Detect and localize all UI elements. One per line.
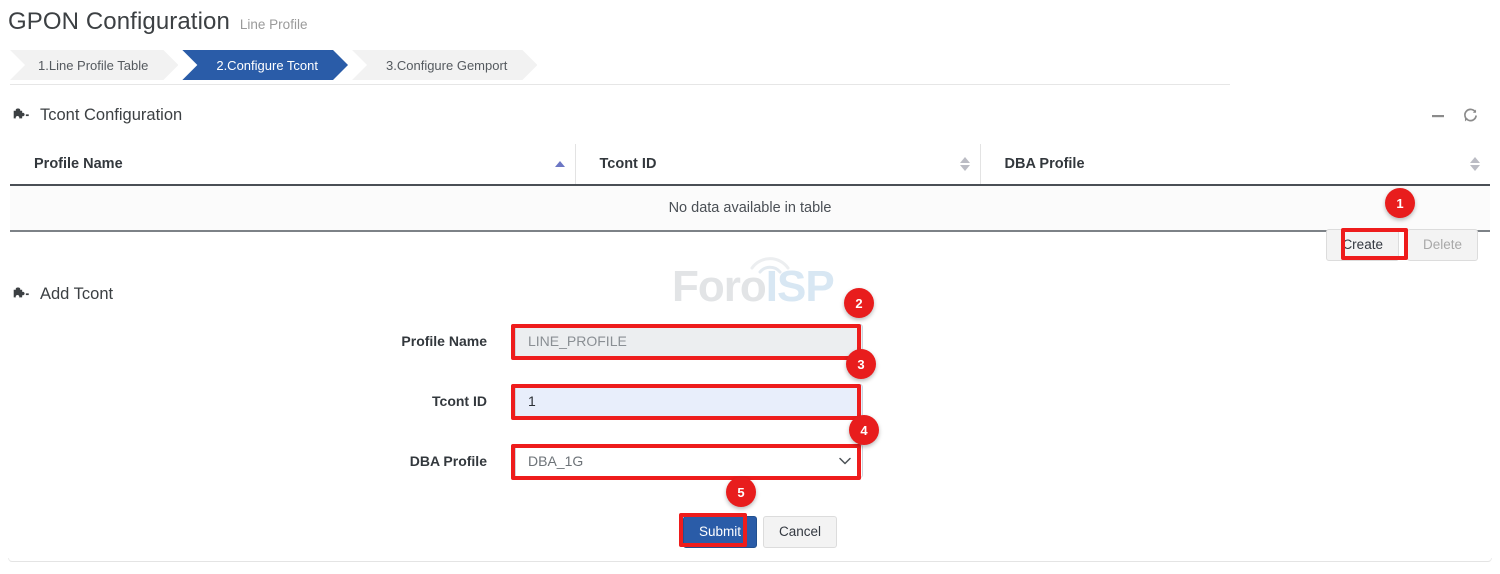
- tcont-table-wrapper: Profile Name Tcont ID DBA Profile: [10, 144, 1490, 232]
- cancel-button[interactable]: Cancel: [763, 516, 837, 548]
- form-row-dba-profile: DBA Profile DBA_1G: [225, 444, 863, 478]
- tcont-table: Profile Name Tcont ID DBA Profile: [10, 144, 1490, 232]
- table-row-empty: No data available in table: [10, 185, 1490, 231]
- column-header-profile-name[interactable]: Profile Name: [10, 144, 575, 185]
- create-button[interactable]: Create: [1326, 229, 1399, 261]
- puzzle-piece-icon: [12, 107, 30, 125]
- annotation-badge-4: 4: [849, 415, 879, 445]
- column-header-tcont-id-label: Tcont ID: [600, 156, 657, 172]
- panel-bottom-edge: [8, 558, 1492, 562]
- page-title: GPON Configuration: [8, 8, 230, 36]
- tcont-config-heading: Tcont Configuration: [12, 106, 182, 125]
- profile-name-label: Profile Name: [225, 333, 515, 349]
- sort-indicator-dba-profile: [1470, 157, 1480, 171]
- form-action-buttons: Submit Cancel: [683, 516, 837, 548]
- wizard-step-1[interactable]: 1.Line Profile Table: [10, 50, 178, 80]
- foroisp-watermark: ForoISP: [672, 262, 834, 312]
- page-header: GPON Configuration Line Profile: [8, 8, 307, 36]
- annotation-badge-2: 2: [844, 288, 874, 318]
- sort-desc-icon: [1470, 165, 1480, 171]
- puzzle-piece-icon: [12, 286, 30, 304]
- submit-button[interactable]: Submit: [683, 516, 757, 548]
- page-subtitle: Line Profile: [240, 17, 308, 32]
- refresh-icon[interactable]: [1463, 108, 1478, 128]
- sort-indicator-profile-name: [555, 161, 565, 167]
- wizard-underline: [10, 84, 1230, 85]
- column-header-dba-profile[interactable]: DBA Profile: [980, 144, 1490, 185]
- wizard-steps: 1.Line Profile Table 2.Configure Tcont 3…: [10, 50, 541, 80]
- sort-asc-icon: [960, 157, 970, 163]
- tcont-panel-tools: [1431, 108, 1478, 128]
- wifi-watermark-icon: [748, 252, 792, 279]
- watermark-part-1: Foro: [672, 262, 766, 311]
- add-tcont-heading: Add Tcont: [12, 285, 113, 304]
- table-action-buttons: Create Delete: [1326, 229, 1478, 261]
- tcont-id-input[interactable]: [515, 384, 863, 418]
- dba-profile-select-wrapper: DBA_1G: [515, 444, 863, 478]
- form-row-tcont-id: Tcont ID: [225, 384, 863, 418]
- tcont-config-title: Tcont Configuration: [40, 106, 182, 125]
- table-header-row: Profile Name Tcont ID DBA Profile: [10, 144, 1490, 185]
- wizard-step-2-label: 2.Configure Tcont: [216, 58, 318, 73]
- dba-profile-select[interactable]: DBA_1G: [515, 444, 863, 478]
- delete-button: Delete: [1407, 229, 1478, 261]
- annotation-badge-5: 5: [726, 477, 756, 507]
- dba-profile-label: DBA Profile: [225, 453, 515, 469]
- column-header-tcont-id[interactable]: Tcont ID: [575, 144, 980, 185]
- add-tcont-title: Add Tcont: [40, 285, 113, 304]
- page-root: GPON Configuration Line Profile 1.Line P…: [0, 0, 1500, 574]
- column-header-dba-profile-label: DBA Profile: [1005, 156, 1085, 172]
- wizard-step-3[interactable]: 3.Configure Gemport: [352, 50, 537, 80]
- watermark-part-2: ISP: [766, 262, 834, 311]
- wizard-step-2[interactable]: 2.Configure Tcont: [182, 50, 348, 80]
- sort-asc-icon: [555, 161, 565, 167]
- table-empty-message: No data available in table: [10, 185, 1490, 231]
- column-header-profile-name-label: Profile Name: [34, 156, 123, 172]
- sort-asc-icon: [1470, 157, 1480, 163]
- wizard-step-1-label: 1.Line Profile Table: [38, 58, 148, 73]
- minimize-icon[interactable]: [1431, 109, 1445, 128]
- tcont-id-label: Tcont ID: [225, 393, 515, 409]
- wizard-step-3-label: 3.Configure Gemport: [386, 58, 507, 73]
- sort-indicator-tcont-id: [960, 157, 970, 171]
- profile-name-input[interactable]: [515, 324, 863, 358]
- sort-desc-icon: [960, 165, 970, 171]
- form-row-profile-name: Profile Name: [225, 324, 863, 358]
